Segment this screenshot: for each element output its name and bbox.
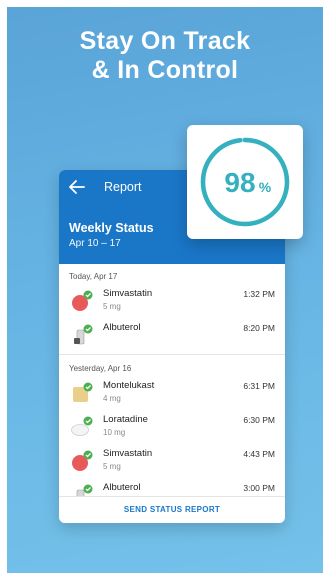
medication-row[interactable]: Albuterol 3:00 PM [59, 482, 285, 496]
send-status-report-button[interactable]: SEND STATUS REPORT [59, 496, 285, 523]
dose-time: 8:20 PM [243, 323, 275, 333]
red-round-pill-icon [71, 450, 93, 472]
medication-name: Albuterol [103, 322, 141, 333]
medication-dose: 5 mg [103, 462, 121, 471]
medication-row[interactable]: Montelukast 4 mg 6:31 PM [59, 380, 285, 414]
medication-name: Montelukast [103, 380, 155, 391]
dose-time: 6:31 PM [243, 381, 275, 391]
medication-dose: 5 mg [103, 302, 121, 311]
medication-name: Loratadine [103, 414, 148, 425]
beige-square-pill-icon [71, 382, 93, 404]
dose-time: 1:32 PM [243, 289, 275, 299]
back-arrow-icon[interactable] [69, 180, 85, 194]
section-divider [59, 354, 285, 355]
promo-screen: Stay On Track & In Control Report Weekly… [7, 7, 323, 573]
adherence-badge: 98 % [187, 125, 303, 239]
medication-name: Albuterol [103, 482, 141, 493]
medication-name: Simvastatin [103, 448, 153, 459]
medication-row[interactable]: Loratadine 10 mg 6:30 PM [59, 414, 285, 448]
medication-dose: 4 mg [103, 394, 121, 403]
medication-row[interactable]: Albuterol 8:20 PM [59, 322, 285, 356]
white-oval-pill-icon [71, 416, 93, 438]
headline-line-2: & In Control [91, 56, 239, 84]
dose-time: 3:00 PM [243, 483, 275, 493]
adherence-value: 98 [224, 167, 255, 198]
medication-row[interactable]: Simvastatin 5 mg 1:32 PM [59, 288, 285, 322]
section-header: Today, Apr 17 [69, 272, 118, 281]
headline-line-1: Stay On Track [79, 27, 251, 55]
medication-name: Simvastatin [103, 288, 153, 299]
weekly-status-title: Weekly Status [69, 221, 154, 235]
dose-time: 6:30 PM [243, 415, 275, 425]
medication-row[interactable]: Simvastatin 5 mg 4:43 PM [59, 448, 285, 482]
medication-dose: 10 mg [103, 428, 126, 437]
app-bar-title: Report [104, 180, 142, 194]
medication-log-list[interactable]: Today, Apr 17 Simvastatin 5 mg 1:32 PM Albut… [59, 264, 285, 496]
dose-time: 4:43 PM [243, 449, 275, 459]
adherence-unit: % [259, 179, 272, 195]
red-round-pill-icon [71, 290, 93, 312]
weekly-status-range: Apr 10 – 17 [69, 238, 121, 249]
inhaler-icon [71, 484, 93, 496]
adherence-ring: 98 % [200, 137, 290, 227]
headline: Stay On Track & In Control [7, 27, 323, 85]
section-header: Yesterday, Apr 16 [69, 364, 132, 373]
inhaler-icon [71, 324, 93, 346]
